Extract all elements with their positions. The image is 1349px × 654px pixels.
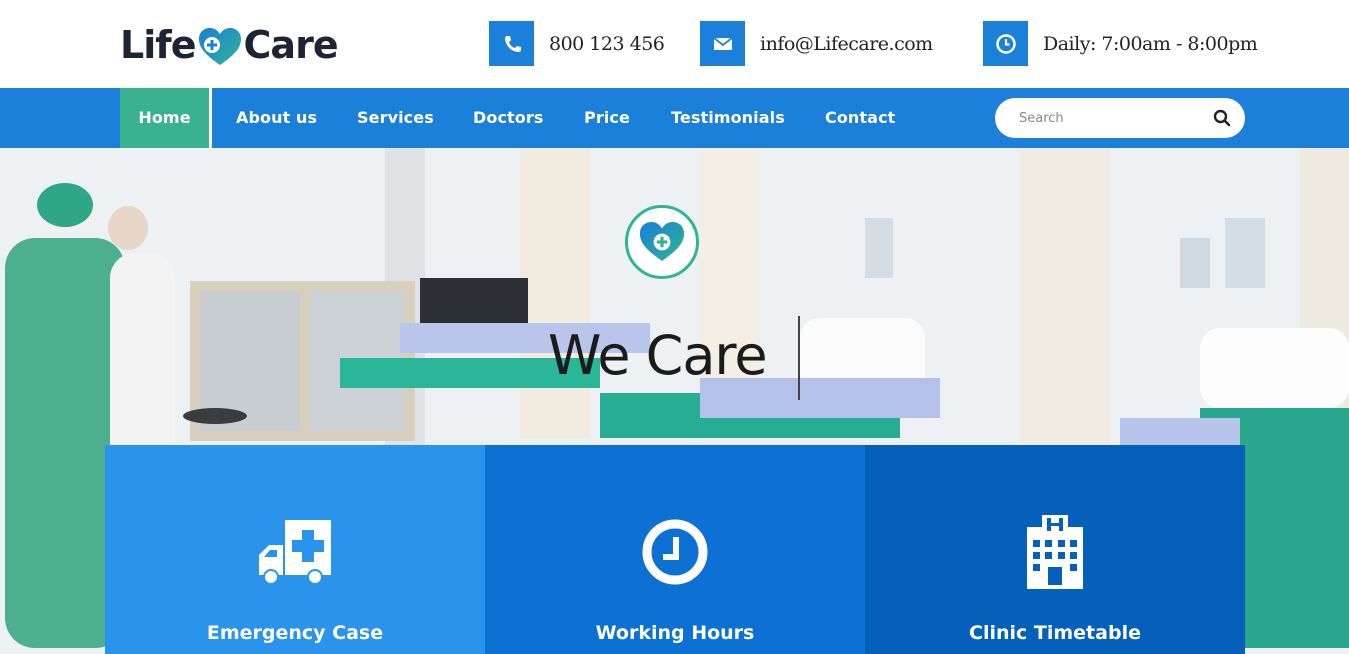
nav-home[interactable]: Home [120, 88, 212, 151]
envelope-icon [700, 21, 745, 66]
search-icon[interactable] [1213, 109, 1231, 127]
logo-text-care: Care [243, 23, 339, 67]
search-input[interactable] [1019, 98, 1199, 138]
hero-heart-badge [625, 205, 699, 279]
hospital-building-icon [1027, 515, 1083, 589]
feature-title-hours: Working Hours [595, 622, 755, 644]
clock-icon [983, 21, 1028, 66]
heart-plus-icon [639, 222, 685, 261]
logo-text-life: Life [120, 23, 197, 67]
email-contact: info@Lifecare.com [700, 21, 933, 66]
hero-title: We Care [548, 324, 768, 387]
feature-emergency-case[interactable]: Emergency Case [105, 445, 485, 654]
phone-icon [489, 21, 534, 66]
site-logo[interactable]: Life Care [120, 22, 339, 68]
search-box [995, 98, 1245, 138]
phone-contact: 800 123 456 [489, 21, 665, 66]
feature-working-hours[interactable]: Working Hours [485, 445, 865, 654]
nav-testimonials[interactable]: Testimonials [671, 88, 785, 148]
hours-contact: Daily: 7:00am - 8:00pm [983, 21, 1258, 66]
phone-number[interactable]: 800 123 456 [549, 33, 665, 55]
nav-about-us[interactable]: About us [236, 88, 317, 148]
opening-hours: Daily: 7:00am - 8:00pm [1043, 32, 1258, 55]
nav-contact[interactable]: Contact [825, 88, 895, 148]
clock-icon [642, 519, 708, 585]
feature-title-timetable: Clinic Timetable [969, 622, 1141, 644]
nav-doctors[interactable]: Doctors [473, 88, 544, 148]
main-navigation: Home About us Services Doctors Price Tes… [0, 88, 1349, 151]
feature-clinic-timetable[interactable]: Clinic Timetable [865, 445, 1245, 654]
nav-price[interactable]: Price [584, 88, 630, 148]
heart-logo-icon [198, 28, 241, 65]
nav-services[interactable]: Services [357, 88, 434, 148]
typing-caret [798, 316, 800, 400]
email-address[interactable]: info@Lifecare.com [760, 33, 933, 55]
ambulance-icon [259, 520, 331, 585]
feature-title-emergency: Emergency Case [206, 622, 384, 644]
top-header: Life Care 800 123 456 info@Lifecare.com [0, 0, 1349, 88]
